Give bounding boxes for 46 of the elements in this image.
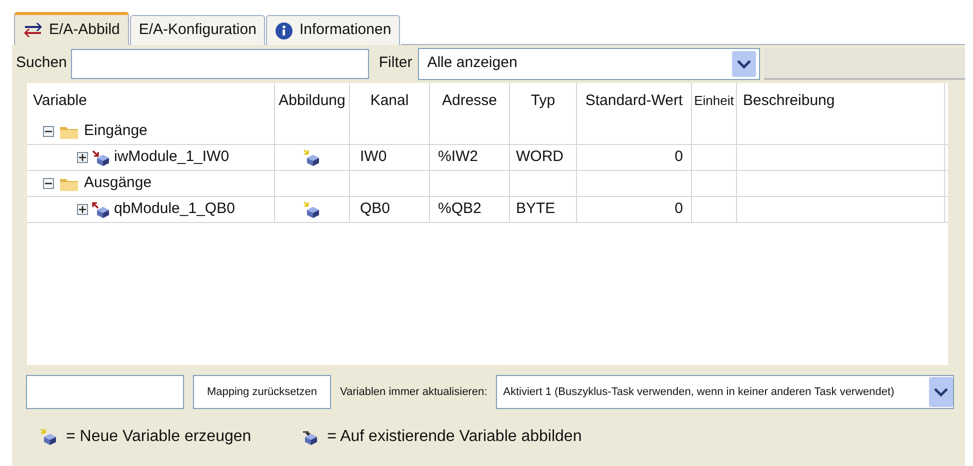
column-header[interactable]: Beschreibung <box>743 90 835 112</box>
search-label: Suchen <box>16 53 67 74</box>
info-icon <box>275 22 294 40</box>
update-dropdown[interactable]: Aktiviert 1 (Buszyklus-Task verwenden, wenn in keiner anderen Task verwendet) <box>496 375 954 409</box>
arrows-icon <box>23 23 43 37</box>
reset-mapping-button[interactable]: Mapping zurücksetzen <box>193 375 331 409</box>
column-header[interactable]: Kanal <box>370 90 409 112</box>
table-cell-text: %QB2 <box>438 199 482 220</box>
tab[interactable]: E/A-Abbild <box>14 12 129 45</box>
tab[interactable]: E/A-Konfiguration <box>130 15 266 45</box>
expand-button[interactable] <box>77 204 88 215</box>
table-cell-text: 0 <box>674 147 683 168</box>
filter-label: Filter <box>378 53 412 74</box>
filter-dropdown[interactable]: Alle anzeigen <box>418 48 760 80</box>
table-cell-text: QB0 <box>360 199 390 220</box>
column-header[interactable]: Abbildung <box>278 90 346 112</box>
text-field[interactable] <box>26 375 184 409</box>
input-variable-icon <box>92 150 110 166</box>
variable-cube-icon <box>40 428 58 446</box>
folder-icon <box>60 176 78 190</box>
table-cell-text: 0 <box>674 199 683 220</box>
expand-button[interactable] <box>77 152 88 163</box>
mapping-icon <box>303 148 321 166</box>
mapping-icon <box>303 200 321 218</box>
column-header[interactable]: Variable <box>33 90 87 112</box>
output-variable-icon <box>92 202 110 218</box>
collapse-button[interactable] <box>43 126 54 137</box>
table-cell-text: %IW2 <box>438 147 478 168</box>
group-name: Ausgänge <box>84 173 152 194</box>
column-header[interactable]: Adresse <box>442 90 498 112</box>
tab[interactable]: Informationen <box>266 15 400 45</box>
variable-name: iwModule_1_IW0 <box>114 147 230 168</box>
table-cell-text: BYTE <box>516 199 556 220</box>
search-field[interactable] <box>70 48 369 78</box>
legend-text: = Neue Variable erzeugen <box>66 427 252 447</box>
column-header[interactable]: Standard-Wert <box>585 90 683 112</box>
column-header[interactable]: Einheit <box>694 91 734 111</box>
legend-text: = Auf existierende Variable abbilden <box>327 427 582 447</box>
collapse-button[interactable] <box>43 178 54 189</box>
table-cell-text: IW0 <box>360 147 387 168</box>
update-label: Variablen immer aktualisieren: <box>340 384 488 400</box>
folder-icon <box>60 124 78 138</box>
table-cell-text: WORD <box>516 147 564 168</box>
variable-name: qbModule_1_QB0 <box>114 199 235 220</box>
column-header[interactable]: Typ <box>530 90 556 112</box>
group-name: Eingänge <box>84 121 148 142</box>
